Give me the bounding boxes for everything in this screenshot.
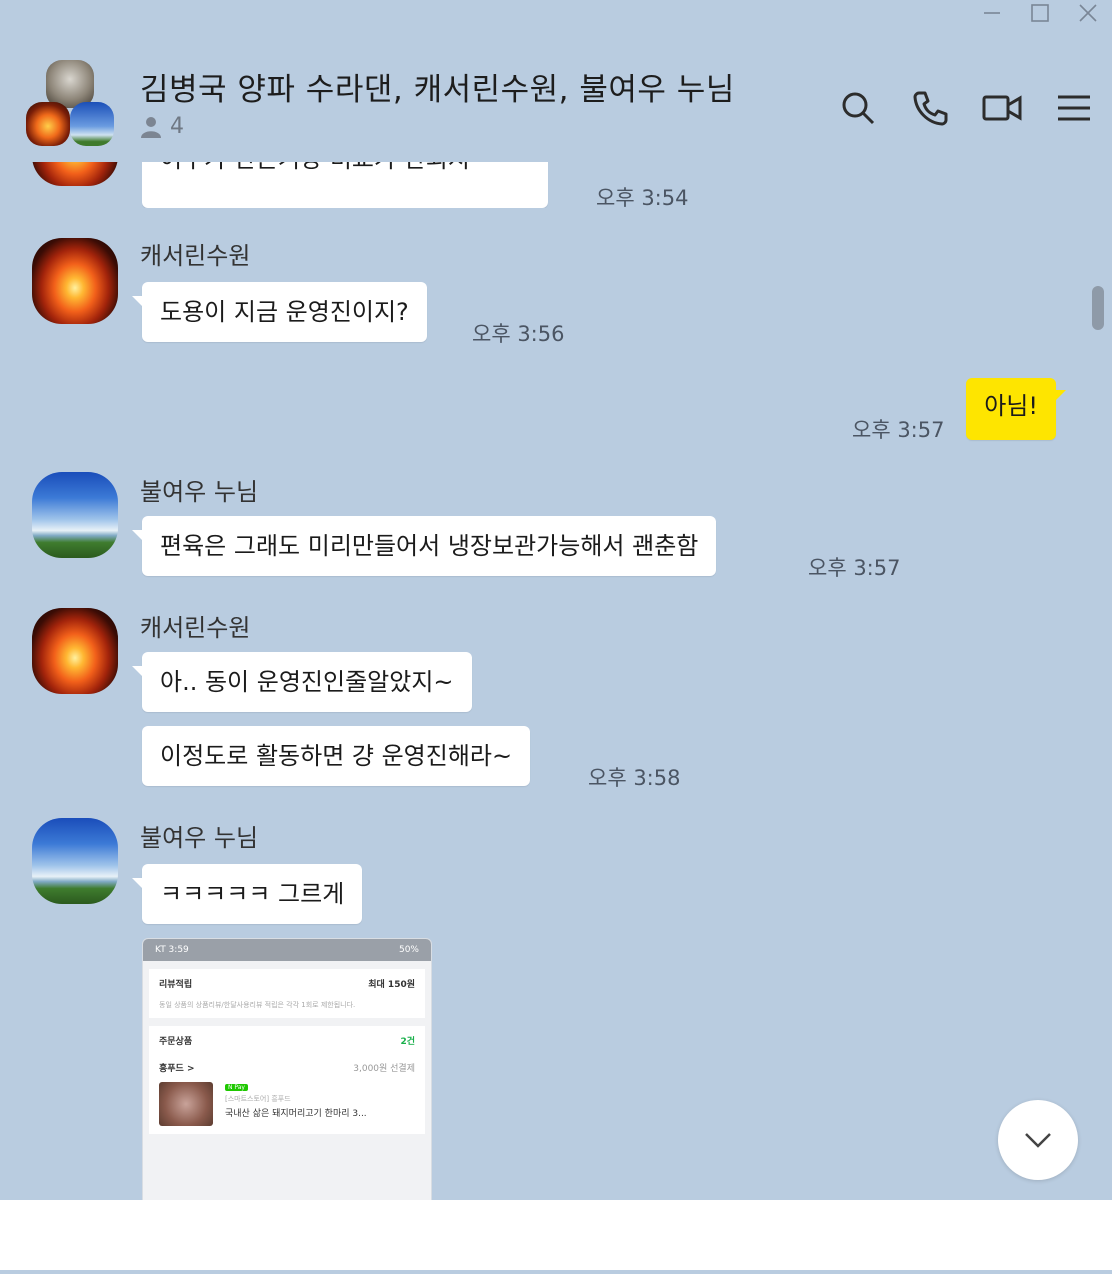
message-text: 도용이 지금 운영진이지? — [160, 298, 409, 326]
member-count[interactable]: 4 — [140, 114, 184, 139]
sender-avatar[interactable] — [32, 608, 118, 694]
person-icon — [141, 116, 161, 138]
maximize-icon — [1031, 4, 1049, 22]
message-list[interactable]: 여우가 만든거랑 비교가 안되지~~~ 오후 3:54 캐서린수원 도용이 지금… — [0, 162, 1112, 1200]
order-label: 주문상품 — [159, 1037, 193, 1047]
minimize-icon — [984, 12, 1000, 14]
message-input[interactable] — [0, 1200, 1112, 1270]
message-time: 오후 3:54 — [596, 186, 689, 210]
message-time: 오후 3:57 — [852, 418, 945, 442]
status-left: KT 3:59 — [155, 945, 189, 955]
video-call-icon — [982, 95, 1022, 121]
status-right: 50% — [398, 945, 419, 955]
product-thumbnail — [159, 1082, 213, 1126]
member-avatar — [70, 102, 114, 146]
chevron-down-icon — [1025, 1133, 1051, 1148]
message-time: 오후 3:56 — [472, 322, 565, 346]
chat-header: 김병국 양파 수라댄, 캐서린수원, 불여우 누님 4 — [0, 52, 1112, 162]
message-text: 편육은 그래도 미리만들어서 냉장보관가능해서 괜춘함 — [160, 532, 699, 560]
product-store: [스마트스토어] 흥푸드 — [225, 1095, 291, 1103]
sender-name: 불여우 누님 — [140, 478, 259, 506]
call-button[interactable] — [910, 88, 950, 128]
search-button[interactable] — [838, 88, 878, 128]
sender-name: 캐서린수원 — [140, 242, 251, 270]
message-text: 여우가 만든거랑 비교가 안되지~~~ — [160, 162, 530, 174]
sender-name: 불여우 누님 — [140, 824, 259, 852]
video-call-button[interactable] — [982, 88, 1022, 128]
menu-button[interactable] — [1054, 88, 1094, 128]
message-text: 이정도로 활동하면 걍 운영진해라~ — [160, 742, 513, 770]
message-time: 오후 3:57 — [808, 556, 901, 580]
scroll-to-bottom-button[interactable] — [998, 1100, 1078, 1180]
member-count-label: 4 — [170, 114, 184, 139]
sender-avatar[interactable] — [32, 238, 118, 324]
message-bubble[interactable]: 도용이 지금 운영진이지? — [132, 282, 427, 342]
scrollbar-thumb[interactable] — [1092, 286, 1104, 330]
message-text: ㅋㅋㅋㅋㅋ 그르게 — [160, 880, 345, 908]
shipping-fee: 3,000원 선결제 — [353, 1064, 415, 1074]
call-icon — [913, 91, 948, 126]
window-controls — [968, 0, 1112, 26]
minimize-button[interactable] — [968, 0, 1016, 26]
image-message[interactable]: KT 3:59 50% 리뷰적립 최대 150원 동일 상품의 상품리뷰/한달사… — [142, 938, 432, 1200]
member-avatar — [26, 102, 70, 146]
message-bubble[interactable]: 아.. 동이 운영진인줄알았지~ — [132, 652, 472, 712]
my-message-bubble[interactable]: 아님! — [966, 378, 1066, 440]
order-count: 2건 — [400, 1037, 415, 1047]
search-icon — [842, 92, 875, 125]
sender-name: 캐서린수원 — [140, 614, 251, 642]
close-icon — [1079, 4, 1097, 22]
menu-icon — [1058, 95, 1090, 121]
group-avatar[interactable] — [26, 60, 116, 150]
order-card: 주문상품 2건 흥푸드 > 3,000원 선결제 N Pay [스마트스토어] … — [149, 1026, 425, 1134]
message-time: 오후 3:58 — [588, 766, 681, 790]
sender-avatar[interactable] — [32, 818, 118, 904]
product-row: N Pay [스마트스토어] 흥푸드 국내산 삶은 돼지머리고기 한마리 3..… — [159, 1082, 415, 1126]
member-avatar — [46, 60, 94, 108]
product-name: 국내산 삶은 돼지머리고기 한마리 3... — [225, 1109, 367, 1119]
review-note: 동일 상품의 상품리뷰/한달사용리뷰 적립은 각각 1회로 제한됩니다. — [159, 1001, 356, 1009]
message-bubble[interactable]: ㅋㅋㅋㅋㅋ 그르게 — [131, 864, 363, 924]
message-input-area — [0, 1200, 1112, 1270]
review-max: 최대 150원 — [368, 980, 415, 990]
header-actions — [838, 88, 1094, 128]
message-text: 아님! — [984, 392, 1038, 420]
message-bubble[interactable]: 여우가 만든거랑 비교가 안되지~~~ — [142, 162, 549, 208]
sender-avatar[interactable] — [32, 162, 118, 186]
chat-title: 김병국 양파 수라댄, 캐서린수원, 불여우 누님 — [140, 72, 735, 108]
review-card: 리뷰적립 최대 150원 동일 상품의 상품리뷰/한달사용리뷰 적립은 각각 1… — [149, 969, 425, 1018]
maximize-button[interactable] — [1016, 0, 1064, 26]
message-text: 아.. 동이 운영진인줄알았지~ — [160, 668, 454, 696]
close-button[interactable] — [1064, 0, 1112, 26]
message-bubble[interactable]: 이정도로 활동하면 걍 운영진해라~ — [142, 726, 531, 786]
store-name: 흥푸드 > — [159, 1064, 195, 1074]
message-bubble[interactable]: 편육은 그래도 미리만들어서 냉장보관가능해서 괜춘함 — [131, 516, 717, 576]
npay-badge: N Pay — [225, 1084, 248, 1091]
phone-status-bar: KT 3:59 50% — [143, 939, 431, 961]
review-label: 리뷰적립 — [159, 980, 193, 990]
sender-avatar[interactable] — [32, 472, 118, 558]
